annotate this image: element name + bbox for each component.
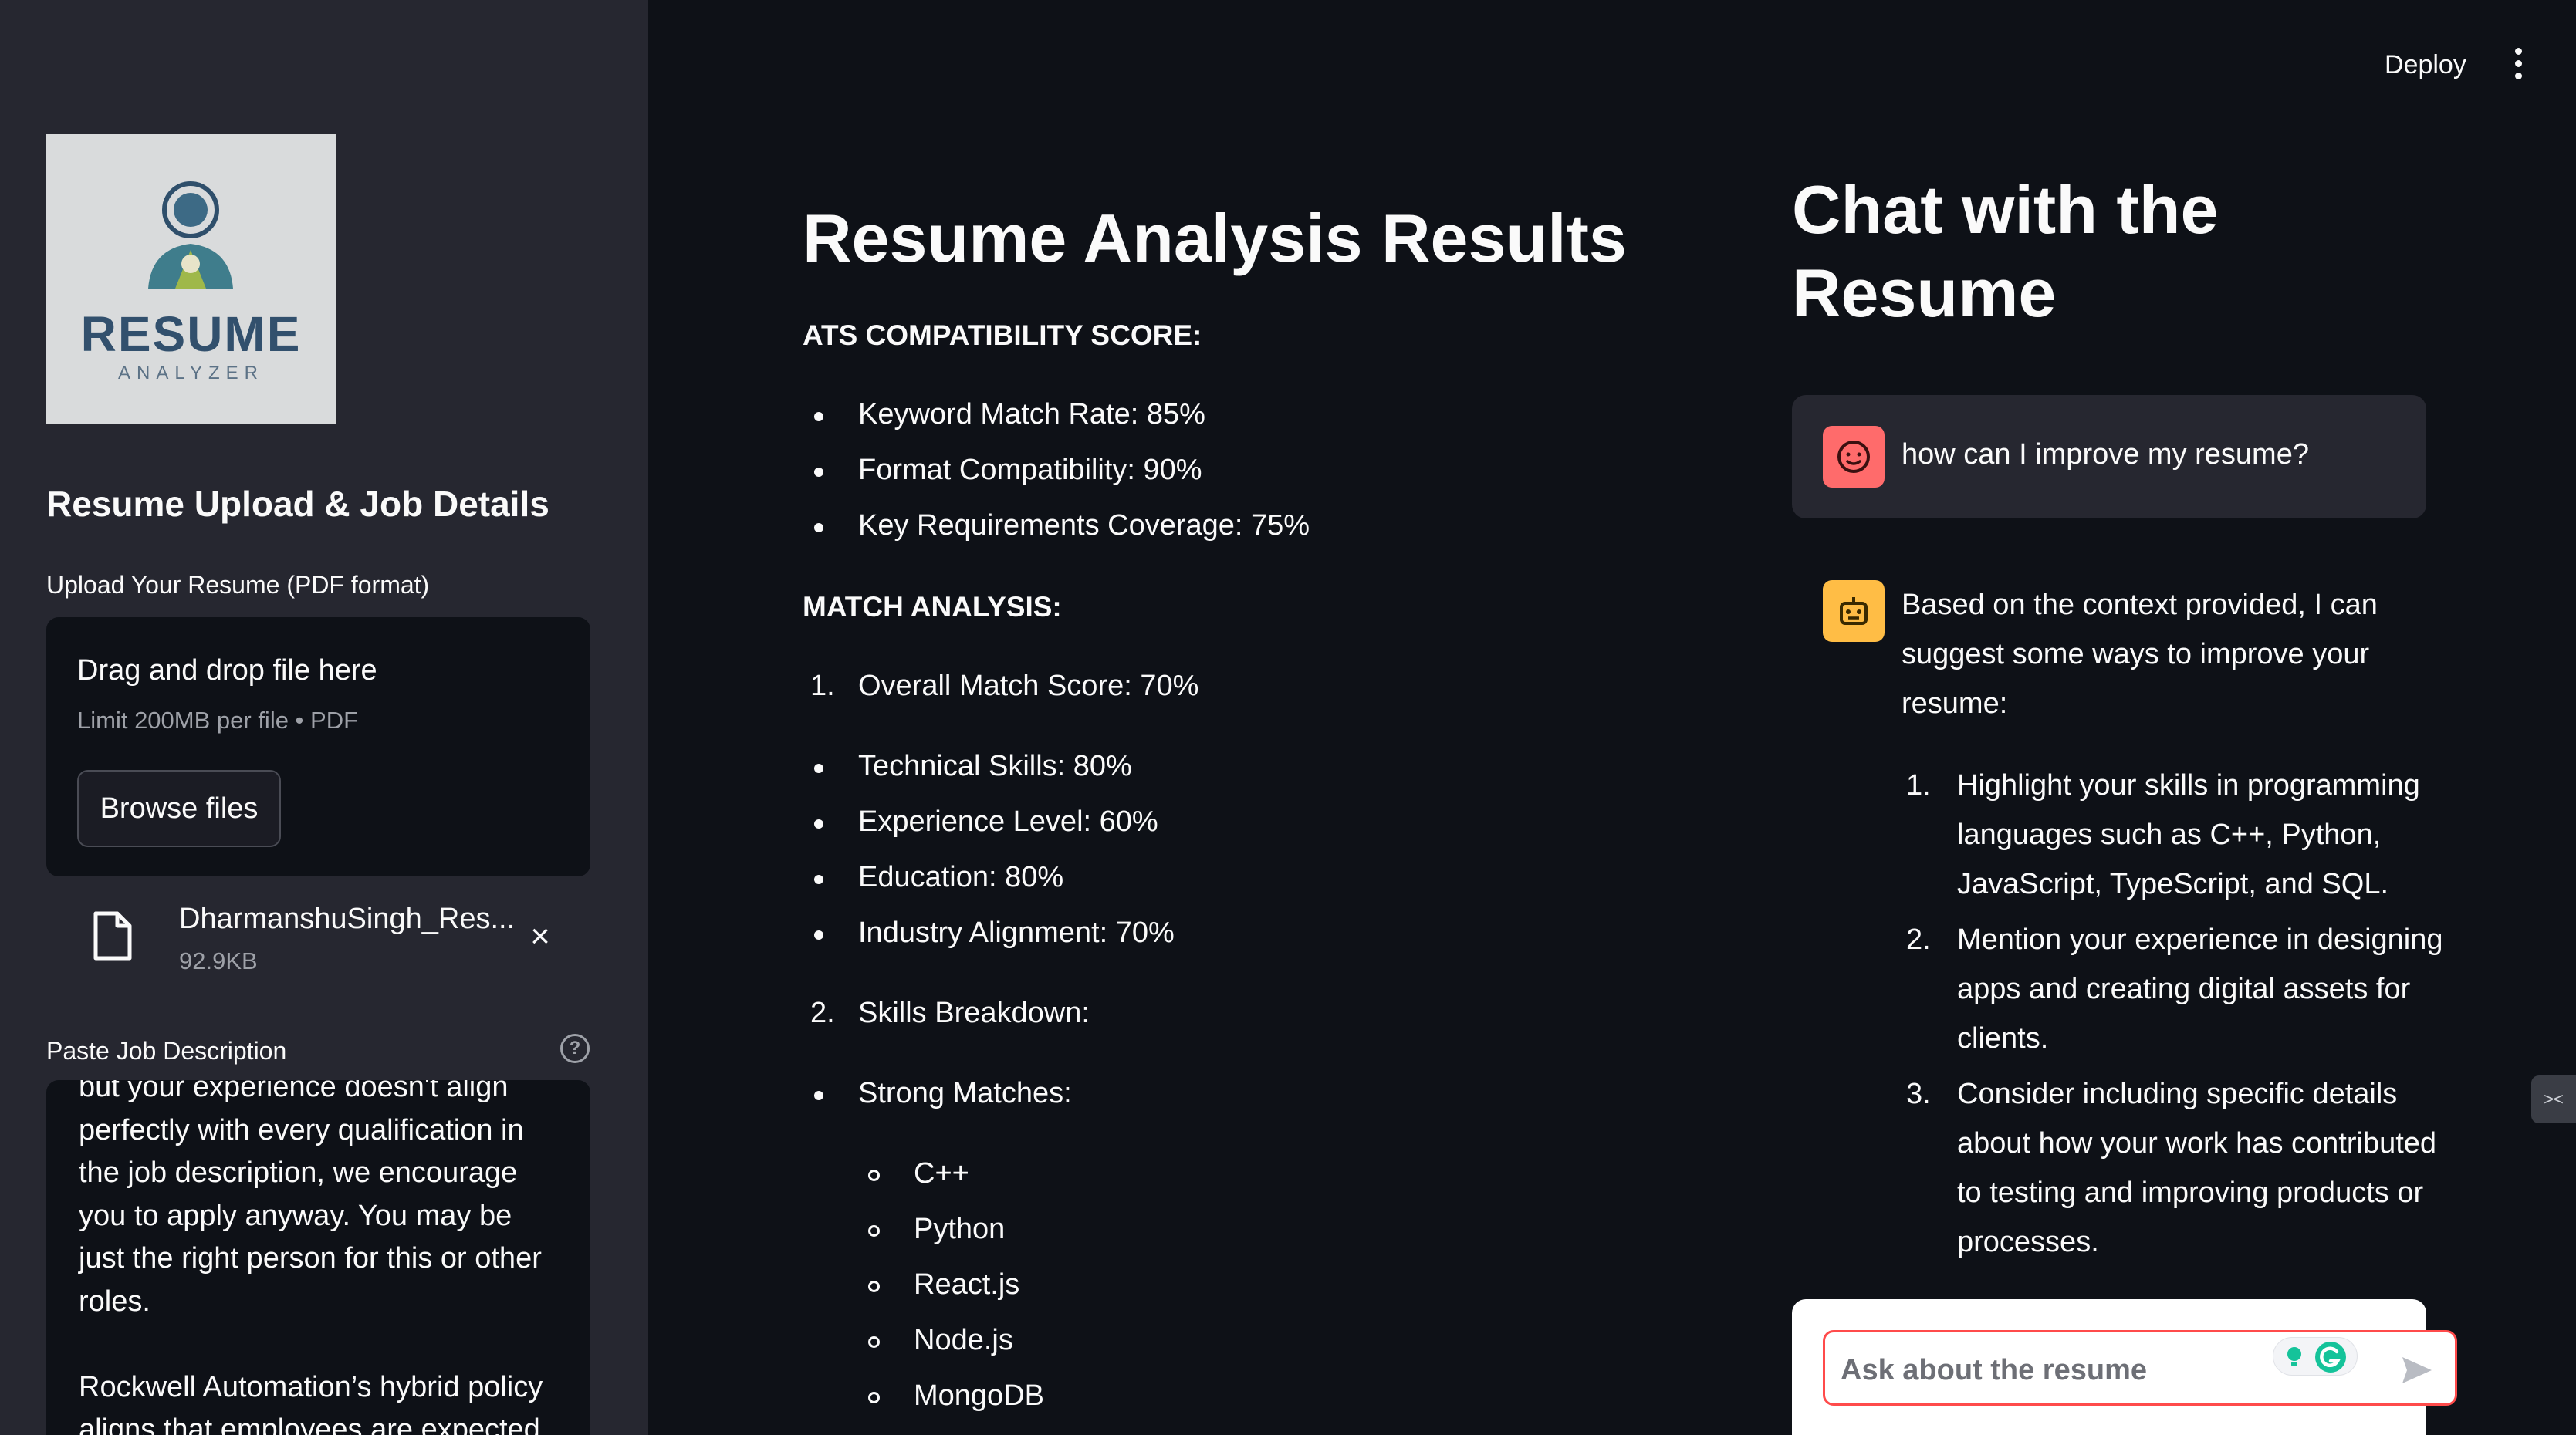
ats-item: Format Compatibility: 90% <box>858 454 1202 486</box>
strong-item: MongoDB <box>914 1379 1044 1412</box>
jd-line: the job description, we encourage <box>79 1156 518 1189</box>
job-description-text: but your experience doesn't align perfect… <box>79 1080 573 1435</box>
dropzone-title: Drag and drop file here <box>77 654 377 687</box>
match-item: Technical Skills: 80% <box>858 750 1132 782</box>
chat-input-placeholder: Ask about the resume <box>1841 1354 2147 1386</box>
hollow-bullet <box>868 1225 880 1237</box>
assistant-suggestion: Mention your experience in designing app… <box>1957 923 2443 1055</box>
match-heading: MATCH ANALYSIS: <box>803 591 1062 623</box>
match-item: Education: 80% <box>858 861 1064 893</box>
jd-line: perfectly with every qualification in <box>79 1113 524 1146</box>
file-name: DharmanshuSingh_Res... <box>179 903 516 935</box>
logo-sub-text: ANALYZER <box>118 363 264 383</box>
jd-line: you to apply anyway. You may be <box>79 1199 512 1232</box>
dropzone-limit: Limit 200MB per file • PDF <box>77 707 359 734</box>
bullet <box>814 1091 823 1100</box>
jd-line: aligns that employees are expected <box>79 1413 540 1435</box>
assistant-avatar <box>1823 580 1885 642</box>
chat-input-container: Ask about the resume <box>1792 1299 2457 1435</box>
assistant-suggestion: Highlight your skills in programming lan… <box>1957 769 2420 900</box>
bullet <box>814 523 823 532</box>
upload-label: Upload Your Resume (PDF format) <box>46 571 430 599</box>
bullet <box>814 764 823 773</box>
grammarly-widget[interactable] <box>2273 1337 2358 1376</box>
hollow-bullet <box>868 1281 880 1292</box>
sidebar-heading: Resume Upload & Job Details <box>46 484 549 524</box>
ats-heading: ATS COMPATIBILITY SCORE: <box>803 319 1202 351</box>
user-avatar <box>1823 426 1885 488</box>
hollow-bullet <box>868 1336 880 1348</box>
list-number: 1. <box>810 670 835 702</box>
overall-score: Overall Match Score: 70% <box>858 670 1199 702</box>
person-logo-icon <box>148 181 233 289</box>
bullet <box>814 468 823 477</box>
strong-item: Python <box>914 1213 1006 1245</box>
jd-line: roles. <box>79 1285 150 1318</box>
uploaded-file: DharmanshuSingh_Res... 92.9KB × <box>46 887 590 988</box>
file-size: 92.9KB <box>179 947 258 974</box>
list-number: 2. <box>1906 923 1931 956</box>
robot-icon <box>1840 597 1868 625</box>
ats-item: Keyword Match Rate: 85% <box>858 398 1205 430</box>
strong-item: React.js <box>914 1268 1020 1301</box>
resume-analyzer-logo: RESUME ANALYZER <box>46 134 336 424</box>
assistant-suggestion: Consider including specific details abou… <box>1957 1078 2437 1258</box>
hollow-bullet <box>868 1170 880 1181</box>
match-item: Experience Level: 60% <box>858 805 1158 838</box>
smiley-face-icon <box>1837 441 1870 473</box>
list-number: 3. <box>1906 1078 1931 1110</box>
sidebar: RESUME ANALYZER Resume Upload & Job Deta… <box>0 0 648 1435</box>
ats-item: Key Requirements Coverage: 75% <box>858 509 1310 542</box>
strong-matches-label: Strong Matches: <box>858 1077 1072 1109</box>
chat-title: Chat with the Resume <box>1792 171 2219 331</box>
job-description-textarea[interactable]: but your experience doesn't align perfect… <box>46 1080 590 1435</box>
jd-line: but your experience doesn't align <box>79 1080 509 1103</box>
skills-breakdown: Skills Breakdown: <box>858 997 1090 1029</box>
strong-item: C++ <box>914 1157 969 1190</box>
grammarly-icon <box>2315 1342 2346 1373</box>
list-number: 2. <box>810 997 835 1029</box>
bullet <box>814 875 823 884</box>
browse-files-button[interactable]: Browse files <box>77 770 281 847</box>
user-message-text: how can I improve my resume? <box>1902 438 2309 471</box>
file-icon <box>93 911 132 961</box>
jd-line: Rockwell Automation’s hybrid policy <box>79 1370 543 1403</box>
send-icon[interactable] <box>2399 1352 2435 1388</box>
hollow-bullet <box>868 1392 880 1403</box>
job-description-label: Paste Job Description <box>46 1037 287 1065</box>
jd-line: just the right person for this or other <box>79 1242 542 1275</box>
more-menu-icon[interactable] <box>2507 48 2530 82</box>
bullet <box>814 930 823 940</box>
help-icon[interactable]: ? <box>560 1034 590 1063</box>
results-title: Resume Analysis Results <box>803 200 1627 276</box>
file-dropzone[interactable]: Drag and drop file here Limit 200MB per … <box>46 617 590 876</box>
strong-item: Node.js <box>914 1324 1013 1356</box>
deploy-button[interactable]: Deploy <box>2361 43 2490 86</box>
list-number: 1. <box>1906 769 1931 802</box>
user-message: how can I improve my resume? <box>1792 395 2426 518</box>
chat-input[interactable]: Ask about the resume <box>1823 1330 2457 1406</box>
bulb-icon <box>2287 1347 2301 1366</box>
assistant-intro: Based on the context provided, I can sug… <box>1902 589 2378 720</box>
close-icon[interactable]: × <box>519 915 562 958</box>
collapse-toggle-icon[interactable]: >< <box>2531 1075 2576 1123</box>
bullet <box>814 412 823 421</box>
logo-brand-text: RESUME <box>80 306 302 362</box>
match-item: Industry Alignment: 70% <box>858 917 1175 949</box>
jd-line <box>79 1323 573 1366</box>
bullet <box>814 819 823 829</box>
